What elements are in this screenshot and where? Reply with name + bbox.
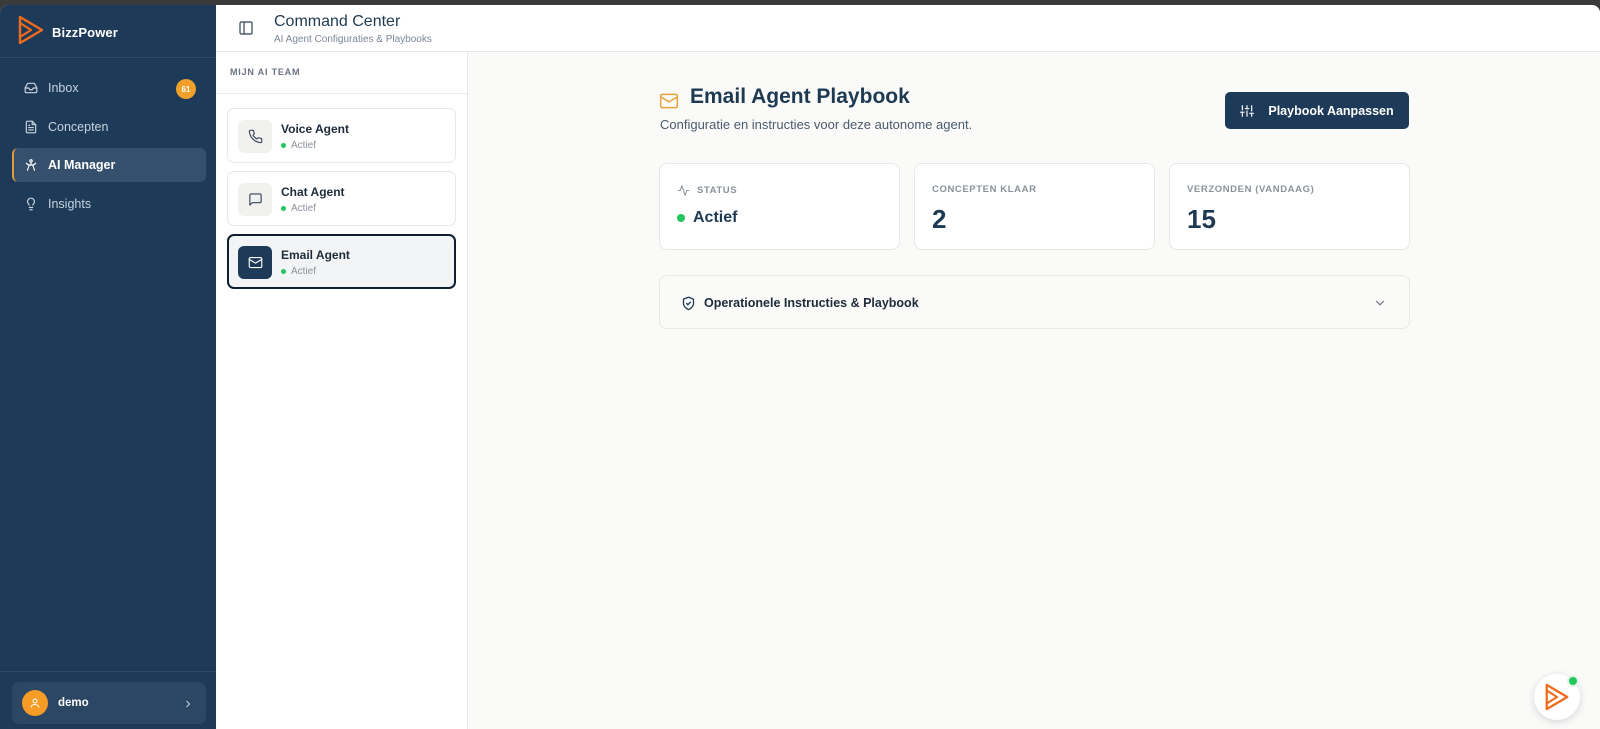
- stat-label: VERZONDEN (VANDAAG): [1187, 184, 1315, 195]
- app-window: BizzPower Inbox 61 Concepten AI Manager …: [0, 5, 1600, 729]
- chevron-down-icon: [1373, 296, 1387, 310]
- stat-card-concepts: CONCEPTEN KLAAR 2: [914, 163, 1155, 250]
- brand-name: BizzPower: [52, 24, 118, 40]
- activity-icon: [677, 185, 690, 196]
- sidebar: BizzPower Inbox 61 Concepten AI Manager …: [0, 5, 216, 729]
- bizzpower-logo-icon: [18, 15, 44, 50]
- status-dot: [281, 269, 286, 274]
- divider: [0, 57, 216, 58]
- brand[interactable]: BizzPower: [18, 15, 118, 50]
- agent-status: Actief: [281, 266, 316, 277]
- agent-status-text: Actief: [291, 203, 317, 214]
- online-indicator: [1567, 675, 1579, 687]
- sidebar-toggle-button[interactable]: [238, 20, 254, 36]
- stat-label: CONCEPTEN KLAAR: [932, 184, 1037, 195]
- agent-card-email[interactable]: Email Agent Actief: [227, 234, 456, 289]
- agent-icon-box: [238, 120, 272, 153]
- playbook-subtitle: Configuratie en instructies voor deze au…: [660, 117, 973, 132]
- page-title: Command Center: [274, 13, 401, 30]
- instructions-accordion[interactable]: Operationele Instructies & Playbook: [659, 275, 1410, 329]
- panel-left-icon: [239, 21, 253, 35]
- playbook-title: Email Agent Playbook: [690, 85, 910, 108]
- sidebar-item-inbox[interactable]: Inbox 61: [12, 71, 206, 105]
- divider: [0, 671, 216, 672]
- status-dot: [281, 206, 286, 211]
- ai-manager-icon: [25, 159, 37, 171]
- sidebar-item-concepten[interactable]: Concepten: [12, 110, 206, 144]
- inbox-count-badge: 61: [176, 79, 196, 99]
- user-icon: [30, 698, 40, 708]
- page-subtitle: AI Agent Configuraties & Playbooks: [274, 34, 432, 45]
- shield-check-icon: [681, 296, 696, 311]
- divider: [216, 93, 467, 94]
- status-dot: [677, 214, 685, 222]
- document-icon: [25, 120, 37, 133]
- agent-status: Actief: [281, 140, 316, 151]
- agent-icon-box: [238, 183, 272, 216]
- inbox-icon: [24, 82, 38, 94]
- chevron-right-icon: [182, 697, 194, 709]
- sidebar-nav: Inbox 61 Concepten AI Manager Insights: [12, 71, 206, 225]
- user-menu[interactable]: demo: [12, 682, 206, 724]
- lightbulb-icon: [26, 197, 36, 210]
- stat-value: 2: [932, 204, 947, 234]
- stat-label-text: STATUS: [697, 185, 738, 196]
- stat-value: Actief: [677, 209, 737, 227]
- sliders-icon: [1240, 104, 1255, 117]
- edit-playbook-button[interactable]: Playbook Aanpassen: [1225, 92, 1409, 129]
- top-header: Command Center AI Agent Configuraties & …: [216, 5, 1600, 52]
- sidebar-item-label: Inbox: [48, 81, 79, 95]
- agent-status: Actief: [281, 203, 316, 214]
- bizzpower-logo-icon: [1545, 683, 1569, 711]
- agent-status-text: Actief: [291, 140, 317, 151]
- avatar: [22, 690, 48, 716]
- stat-card-sent-today: VERZONDEN (VANDAAG) 15: [1169, 163, 1410, 250]
- mail-icon: [248, 256, 262, 269]
- stat-card-status: STATUS Actief: [659, 163, 900, 250]
- stat-label: STATUS: [677, 184, 737, 197]
- sidebar-item-ai-manager[interactable]: AI Manager: [12, 148, 206, 182]
- accordion-label: Operationele Instructies & Playbook: [704, 296, 919, 310]
- sidebar-item-label: Concepten: [48, 119, 109, 134]
- button-label: Playbook Aanpassen: [1268, 103, 1394, 118]
- chat-icon: [248, 193, 262, 206]
- agent-name: Email Agent: [281, 248, 350, 262]
- sidebar-item-label: Insights: [48, 196, 92, 211]
- mail-icon: [659, 91, 679, 111]
- agent-status-text: Actief: [291, 266, 317, 277]
- agent-card-chat[interactable]: Chat Agent Actief: [227, 171, 456, 226]
- panel-title: MIJN AI TEAM: [230, 67, 301, 77]
- status-dot: [281, 143, 286, 148]
- stat-value-text: Actief: [693, 209, 738, 226]
- stat-value: 15: [1187, 204, 1216, 234]
- sidebar-item-label: AI Manager: [48, 158, 116, 172]
- phone-icon: [248, 129, 262, 144]
- sidebar-item-insights[interactable]: Insights: [12, 187, 206, 221]
- user-name: demo: [58, 697, 89, 709]
- assistant-launcher-button[interactable]: [1534, 674, 1580, 720]
- agent-card-voice[interactable]: Voice Agent Actief: [227, 108, 456, 163]
- agent-name: Chat Agent: [281, 185, 345, 199]
- ai-team-panel: MIJN AI TEAM Voice Agent Actief Chat Age…: [216, 52, 468, 729]
- agent-name: Voice Agent: [281, 122, 350, 136]
- agent-icon-box: [238, 246, 272, 279]
